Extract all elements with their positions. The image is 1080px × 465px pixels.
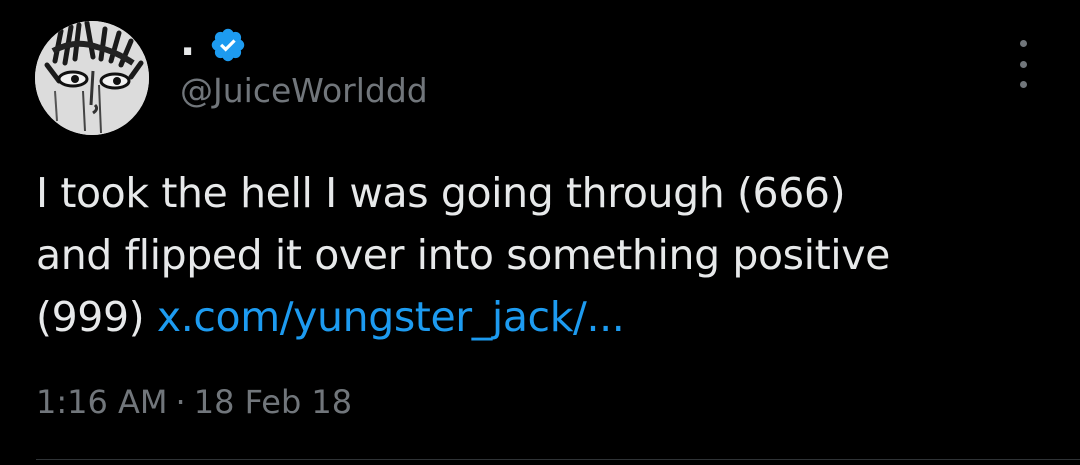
avatar[interactable] [35, 21, 149, 135]
meta-separator: · [175, 383, 186, 421]
verified-badge-icon [209, 26, 247, 64]
tweet-text-line: (999) x.com/yungster_jack/... [36, 286, 1046, 348]
tweet-time[interactable]: 1:16 AM [36, 383, 168, 421]
divider [36, 459, 1080, 460]
tweet-text: I took the hell I was going through (666… [36, 162, 1046, 348]
tweet-link[interactable]: x.com/yungster_jack/... [157, 293, 625, 341]
more-vertical-icon [1019, 40, 1027, 47]
tweet-text-prefix: (999) [36, 293, 157, 341]
author-display-name[interactable]: . [180, 22, 195, 62]
tweet: . @JuiceWorlddd I took the hell I was go… [0, 0, 1080, 465]
more-vertical-icon-dot [1019, 81, 1027, 88]
avatar-image [35, 21, 149, 135]
tweet-text-line: and flipped it over into something posit… [36, 231, 890, 279]
author-name-row: . [180, 22, 247, 68]
tweet-date[interactable]: 18 Feb 18 [194, 383, 352, 421]
more-vertical-icon-dot [1019, 60, 1027, 68]
author-handle[interactable]: @JuiceWorlddd [180, 69, 428, 113]
tweet-meta: 1:16 AM · 18 Feb 18 [36, 380, 352, 424]
more-options-button[interactable] [1006, 40, 1040, 88]
tweet-text-line: I took the hell I was going through (666… [36, 169, 846, 217]
